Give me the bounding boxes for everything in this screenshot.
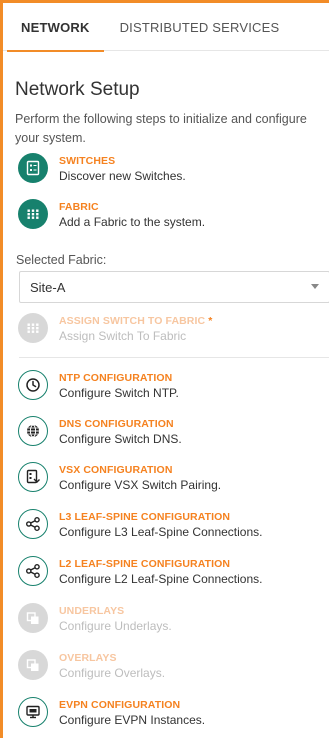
step-overlays: OVERLAYS Configure Overlays. — [18, 650, 165, 682]
step-assign-switch-title-text: ASSIGN SWITCH TO FABRIC — [59, 315, 206, 327]
step-overlays-desc: Configure Overlays. — [59, 666, 166, 680]
step-l2-leaf-spine[interactable]: L2 LEAF-SPINE CONFIGURATION Configure L2… — [18, 556, 262, 588]
section-divider — [19, 357, 329, 358]
step-underlays: UNDERLAYS Configure Underlays. — [18, 603, 172, 635]
step-switches-desc: Discover new Switches. — [59, 169, 186, 183]
pairing-icon — [18, 462, 48, 492]
step-l3-title[interactable]: L3 LEAF-SPINE CONFIGURATION — [59, 511, 262, 524]
step-vsx-desc: Configure VSX Switch Pairing. — [59, 478, 222, 492]
step-assign-switch-desc: Assign Switch To Fabric — [59, 329, 187, 343]
step-l2-title[interactable]: L2 LEAF-SPINE CONFIGURATION — [59, 558, 262, 571]
tab-distributed-services[interactable]: DISTRIBUTED SERVICES — [120, 3, 280, 51]
selected-fabric-label: Selected Fabric: — [16, 253, 107, 267]
clock-icon — [18, 370, 48, 400]
step-underlays-desc: Configure Underlays. — [59, 619, 172, 633]
step-assign-switch: ASSIGN SWITCH TO FABRIC * Assign Switch T… — [18, 313, 212, 345]
step-ntp-desc: Configure Switch NTP. — [59, 386, 179, 400]
step-l2-desc: Configure L2 Leaf-Spine Connections. — [59, 572, 263, 586]
step-overlays-title: OVERLAYS — [59, 652, 117, 664]
tab-bar: NETWORK DISTRIBUTED SERVICES — [3, 3, 329, 52]
share-nodes-icon — [18, 556, 48, 586]
step-switches-title[interactable]: SWITCHES — [59, 155, 186, 168]
step-evpn[interactable]: EVPN CONFIGURATION Configure EVPN Instan… — [18, 697, 205, 729]
tab-network[interactable]: NETWORK — [7, 3, 104, 52]
step-fabric-title[interactable]: FABRIC — [59, 201, 205, 214]
step-l3-desc: Configure L3 Leaf-Spine Connections. — [59, 525, 263, 539]
share-nodes-icon — [18, 509, 48, 539]
setup-intro-text: Perform the following steps to initializ… — [15, 112, 307, 145]
step-ntp-title[interactable]: NTP CONFIGURATION — [59, 372, 179, 385]
step-switches[interactable]: SWITCHES Discover new Switches. — [18, 153, 186, 185]
monitor-icon — [18, 697, 48, 727]
step-fabric[interactable]: FABRIC Add a Fabric to the system. — [18, 199, 205, 231]
selected-fabric-value: Site-A — [30, 279, 66, 295]
chevron-down-icon — [311, 284, 319, 289]
globe-icon — [18, 416, 48, 446]
step-vsx-title[interactable]: VSX CONFIGURATION — [59, 464, 221, 477]
step-fabric-desc: Add a Fabric to the system. — [59, 215, 206, 229]
step-dns-title[interactable]: DNS CONFIGURATION — [59, 418, 182, 431]
step-ntp[interactable]: NTP CONFIGURATION Configure Switch NTP. — [18, 370, 179, 402]
step-dns-desc: Configure Switch DNS. — [59, 432, 182, 446]
step-l3-leaf-spine[interactable]: L3 LEAF-SPINE CONFIGURATION Configure L3… — [18, 509, 262, 541]
grid-icon — [18, 313, 48, 343]
step-evpn-desc: Configure EVPN Instances. — [59, 713, 206, 727]
step-assign-switch-title: ASSIGN SWITCH TO FABRIC * — [59, 315, 212, 328]
selected-fabric-dropdown[interactable]: Site-A — [19, 271, 329, 303]
page-title: Network Setup — [15, 79, 140, 100]
layers-icon — [18, 603, 48, 633]
step-evpn-title[interactable]: EVPN CONFIGURATION — [59, 699, 205, 712]
step-dns[interactable]: DNS CONFIGURATION Configure Switch DNS. — [18, 416, 182, 448]
step-vsx[interactable]: VSX CONFIGURATION Configure VSX Switch P… — [18, 462, 221, 494]
step-underlays-title: UNDERLAYS — [59, 605, 125, 617]
grid-icon — [18, 199, 48, 229]
switch-list-icon — [18, 153, 48, 183]
required-marker: * — [208, 315, 213, 327]
network-setup-panel: NETWORK DISTRIBUTED SERVICES Network Set… — [0, 0, 329, 738]
layers-icon — [18, 650, 48, 680]
